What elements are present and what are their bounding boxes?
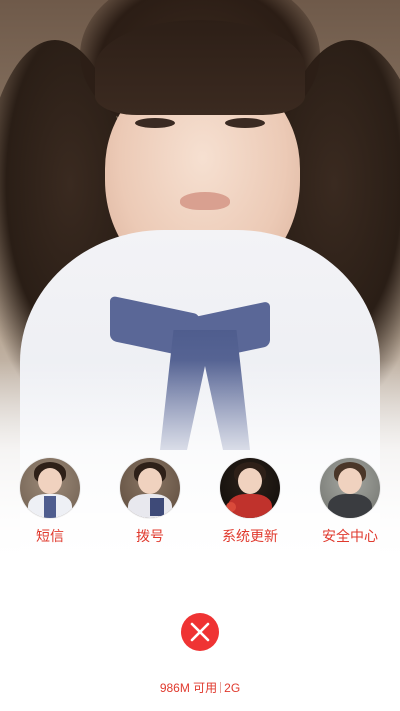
app-shortcut-system-update[interactable]: 系统更新	[205, 458, 295, 548]
close-button[interactable]	[181, 613, 219, 651]
app-label: 拨号	[136, 528, 164, 544]
app-label: 安全中心	[322, 528, 378, 544]
app-shortcut-dialer[interactable]: 拨号	[105, 458, 195, 548]
sms-app-icon[interactable]	[20, 458, 80, 518]
dialer-app-icon[interactable]	[120, 458, 180, 518]
system-update-app-icon[interactable]	[220, 458, 280, 518]
photo-eye-right	[225, 118, 265, 128]
app-shortcut-sms[interactable]: 短信	[5, 458, 95, 548]
memory-divider	[220, 682, 222, 693]
app-shortcut-row: 短信 拨号 系统更新 安全中心	[0, 458, 400, 548]
photo-bangs	[95, 20, 305, 115]
close-x-icon	[190, 622, 210, 642]
memory-total: 2G	[224, 681, 241, 695]
memory-available: 986M 可用	[159, 681, 218, 695]
app-shortcut-security-center[interactable]: 安全中心	[305, 458, 395, 548]
photo-eye-left	[135, 118, 175, 128]
app-label: 短信	[36, 528, 64, 544]
security-center-app-icon[interactable]	[320, 458, 380, 518]
app-label: 系统更新	[222, 528, 278, 544]
photo-mouth	[180, 192, 230, 210]
memory-status: 986M 可用 2G	[0, 681, 400, 695]
